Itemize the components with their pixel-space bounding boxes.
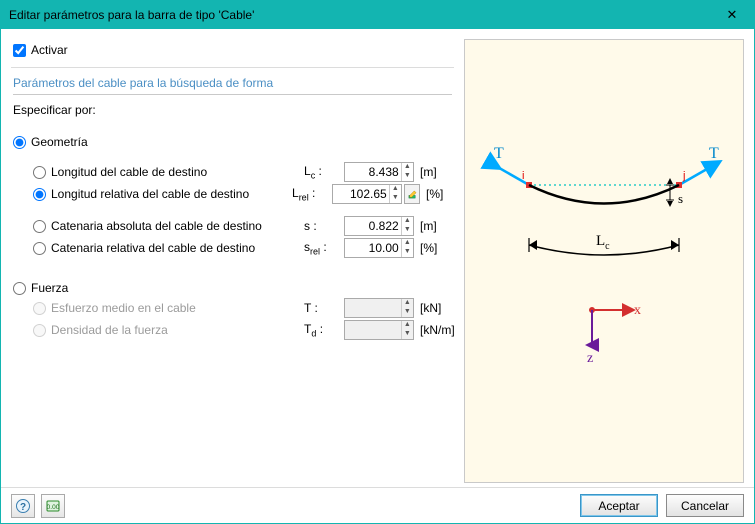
diagram-z: z bbox=[587, 351, 593, 366]
geometry-radio-row: Geometría bbox=[11, 133, 454, 151]
opt-density-radio bbox=[33, 324, 46, 337]
sym-Td: Td : bbox=[304, 322, 344, 338]
geometry-label[interactable]: Geometría bbox=[31, 135, 454, 149]
diagram-x: x bbox=[634, 303, 641, 318]
spin-down-icon[interactable]: ▼ bbox=[390, 194, 401, 203]
opt-rel-catenary-radio[interactable] bbox=[33, 242, 46, 255]
left-pane: Activar Parámetros del cable para la bús… bbox=[11, 39, 454, 483]
spin-up-icon[interactable]: ▲ bbox=[402, 239, 413, 248]
spin-up-icon[interactable]: ▲ bbox=[390, 185, 401, 194]
force-label[interactable]: Fuerza bbox=[31, 281, 454, 295]
title-bar: Editar parámetros para la barra de tipo … bbox=[1, 1, 754, 29]
spin-up-icon[interactable]: ▲ bbox=[402, 163, 413, 172]
diagram-T-left: T bbox=[494, 145, 504, 162]
force-radio[interactable] bbox=[13, 282, 26, 295]
help-icon: ? bbox=[15, 498, 31, 514]
spin-down-icon[interactable]: ▼ bbox=[402, 172, 413, 181]
dialog-body: Activar Parámetros del cable para la bús… bbox=[1, 29, 754, 487]
activate-label[interactable]: Activar bbox=[31, 43, 68, 57]
unit-srel: [%] bbox=[414, 241, 454, 255]
window-title: Editar parámetros para la barra de tipo … bbox=[9, 8, 718, 22]
sym-srel: srel : bbox=[304, 240, 344, 256]
close-icon: ✕ bbox=[727, 7, 738, 23]
diagram-s: s bbox=[678, 191, 683, 206]
opt-abs-catenary-label[interactable]: Catenaria absoluta del cable de destino bbox=[51, 219, 304, 233]
sym-Lrel: Lrel : bbox=[292, 186, 332, 202]
opt-relative-length-label[interactable]: Longitud relativa del cable de destino bbox=[51, 187, 292, 201]
spin-up-icon: ▲ bbox=[402, 299, 413, 308]
help-button[interactable]: ? bbox=[11, 494, 35, 518]
opt-density-row: Densidad de la fuerza Td : ▲▼ [kN/m] bbox=[11, 319, 454, 341]
geometry-radio[interactable] bbox=[13, 136, 26, 149]
spin-down-icon[interactable]: ▼ bbox=[402, 226, 413, 235]
opt-avg-row: Esfuerzo medio en el cable T : ▲▼ [kN] bbox=[11, 297, 454, 319]
unit-s: [m] bbox=[414, 219, 454, 233]
svg-text:0.00: 0.00 bbox=[47, 504, 60, 511]
activate-row: Activar bbox=[11, 39, 454, 67]
activate-checkbox[interactable] bbox=[13, 44, 26, 57]
close-button[interactable]: ✕ bbox=[718, 5, 746, 25]
opt-avg-radio bbox=[33, 302, 46, 315]
diagram-Lc: Lc bbox=[596, 233, 610, 252]
section-underline bbox=[13, 94, 452, 95]
sym-s: s : bbox=[304, 219, 344, 233]
sym-Lc: Lc : bbox=[304, 164, 344, 180]
opt-rel-catenary-label[interactable]: Catenaria relativa del cable de destino bbox=[51, 241, 304, 255]
opt-length-label[interactable]: Longitud del cable de destino bbox=[51, 165, 304, 179]
input-Lrel[interactable]: ▲▼ bbox=[332, 184, 402, 204]
opt-abs-catenary-radio[interactable] bbox=[33, 220, 46, 233]
diagram-i: i bbox=[522, 170, 524, 182]
specify-label: Especificar por: bbox=[11, 101, 454, 123]
unit-Td: [kN/m] bbox=[414, 323, 454, 337]
client-area: Activar Parámetros del cable para la bús… bbox=[1, 29, 754, 523]
cancel-button[interactable]: Cancelar bbox=[666, 494, 744, 517]
opt-relative-length-radio[interactable] bbox=[33, 188, 46, 201]
diagram-T-right: T bbox=[709, 145, 719, 162]
opt-length-row: Longitud del cable de destino Lc : ▲▼ [m… bbox=[11, 161, 454, 183]
force-radio-row: Fuerza bbox=[11, 279, 454, 297]
accept-button[interactable]: Aceptar bbox=[580, 494, 658, 517]
opt-length-radio[interactable] bbox=[33, 166, 46, 179]
opt-abs-catenary-row: Catenaria absoluta del cable de destino … bbox=[11, 215, 454, 237]
cable-diagram: T T i j s bbox=[474, 140, 734, 380]
spin-up-icon: ▲ bbox=[402, 321, 413, 330]
input-s[interactable]: ▲▼ bbox=[344, 216, 414, 236]
input-T: ▲▼ bbox=[344, 298, 414, 318]
opt-avg-label: Esfuerzo medio en el cable bbox=[51, 301, 304, 315]
spin-down-icon[interactable]: ▼ bbox=[402, 248, 413, 257]
spin-down-icon: ▼ bbox=[402, 330, 413, 339]
unit-Lrel: [%] bbox=[420, 187, 454, 201]
unit-T: [kN] bbox=[414, 301, 454, 315]
diagram-j: j bbox=[682, 170, 685, 182]
opt-density-label: Densidad de la fuerza bbox=[51, 323, 304, 337]
spin-up-icon[interactable]: ▲ bbox=[402, 217, 413, 226]
input-Td: ▲▼ bbox=[344, 320, 414, 340]
input-srel[interactable]: ▲▼ bbox=[344, 238, 414, 258]
unit-Lc: [m] bbox=[414, 165, 454, 179]
units-button[interactable]: 0.00 bbox=[41, 494, 65, 518]
units-icon: 0.00 bbox=[45, 498, 61, 514]
opt-relative-length-row: Longitud relativa del cable de destino L… bbox=[11, 183, 454, 205]
svg-text:?: ? bbox=[20, 502, 26, 513]
sym-T: T : bbox=[304, 301, 344, 315]
preview-pane: T T i j s bbox=[464, 39, 744, 483]
dialog-window: Editar parámetros para la barra de tipo … bbox=[0, 0, 755, 524]
spin-down-icon: ▼ bbox=[402, 308, 413, 317]
section-title: Parámetros del cable para la búsqueda de… bbox=[11, 68, 454, 94]
dialog-footer: ? 0.00 Aceptar Cancelar bbox=[1, 487, 754, 523]
input-Lc[interactable]: ▲▼ bbox=[344, 162, 414, 182]
edit-Lrel-button[interactable] bbox=[404, 184, 420, 204]
opt-rel-catenary-row: Catenaria relativa del cable de destino … bbox=[11, 237, 454, 259]
